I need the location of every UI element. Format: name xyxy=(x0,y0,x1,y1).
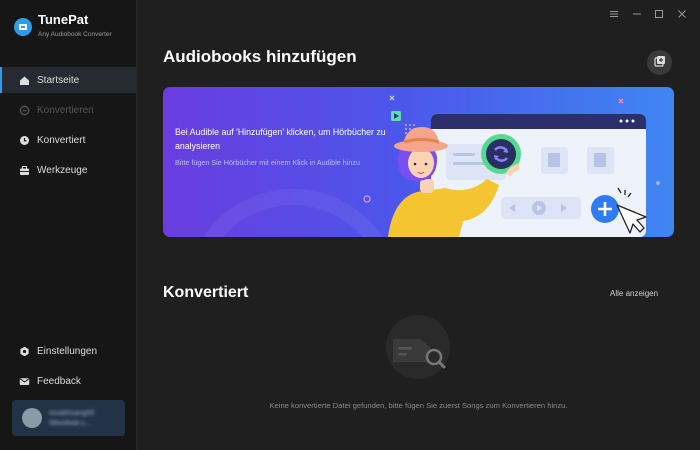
sidebar: TunePat Any Audiobook Converter Startsei… xyxy=(0,0,137,450)
add-audiobooks-banner[interactable]: Bei Audible auf 'Hinzufügen' klicken, um… xyxy=(163,87,674,237)
banner-subtext: Bitte fügen Sie Hörbücher mit einem Klic… xyxy=(175,158,360,167)
app-subtitle: Any Audiobook Converter xyxy=(38,31,112,38)
show-all-link[interactable]: Alle anzeigen xyxy=(610,289,658,298)
sidebar-item-startseite[interactable]: Startseite xyxy=(0,67,136,93)
app-title: TunePat xyxy=(38,12,89,27)
sidebar-item-label: Werkzeuge xyxy=(37,164,88,176)
page-title: Audiobooks hinzufügen xyxy=(163,47,357,66)
gear-icon xyxy=(18,345,30,357)
empty-state-message: Keine konvertierte Datei gefunden, bitte… xyxy=(269,401,568,410)
section-title-converted: Konvertiert xyxy=(163,284,249,301)
banner-text: Bei Audible auf 'Hinzufügen' klicken, um… xyxy=(175,127,386,151)
sidebar-item-einstellungen[interactable]: Einstellungen xyxy=(0,338,136,364)
sidebar-item-label: Einstellungen xyxy=(37,345,98,357)
maximize-icon[interactable] xyxy=(652,10,666,21)
minimize-icon[interactable] xyxy=(630,10,644,21)
add-from-file-button[interactable] xyxy=(647,50,672,75)
sidebar-item-konvertiert[interactable]: Konvertiert xyxy=(0,127,136,153)
close-icon[interactable] xyxy=(675,10,689,21)
sidebar-item-feedback[interactable]: Feedback xyxy=(0,368,136,394)
user-email: 58outlook.c... xyxy=(49,419,91,427)
sidebar-item-konvertieren[interactable]: Konvertieren xyxy=(0,97,136,123)
sidebar-item-werkzeuge[interactable]: Werkzeuge xyxy=(0,157,136,183)
empty-file-search-icon xyxy=(393,339,446,369)
avatar xyxy=(22,408,42,428)
menu-icon[interactable] xyxy=(607,10,621,21)
sidebar-item-label: Konvertiert xyxy=(37,134,86,146)
import-icon xyxy=(653,54,666,72)
sidebar-item-label: Startseite xyxy=(37,74,80,86)
app-logo-icon xyxy=(14,18,32,36)
mail-icon xyxy=(18,375,30,387)
sidebar-item-label: Feedback xyxy=(37,375,81,387)
clock-icon xyxy=(18,134,30,146)
empty-state-illustration xyxy=(386,315,450,379)
sidebar-item-label: Konvertieren xyxy=(37,104,94,116)
home-icon xyxy=(18,74,30,86)
toolbox-icon xyxy=(18,164,30,176)
user-account[interactable]: nicolehuang55 58outlook.c... xyxy=(12,400,125,436)
convert-icon xyxy=(18,104,30,116)
user-name: nicolehuang55 xyxy=(49,409,95,417)
